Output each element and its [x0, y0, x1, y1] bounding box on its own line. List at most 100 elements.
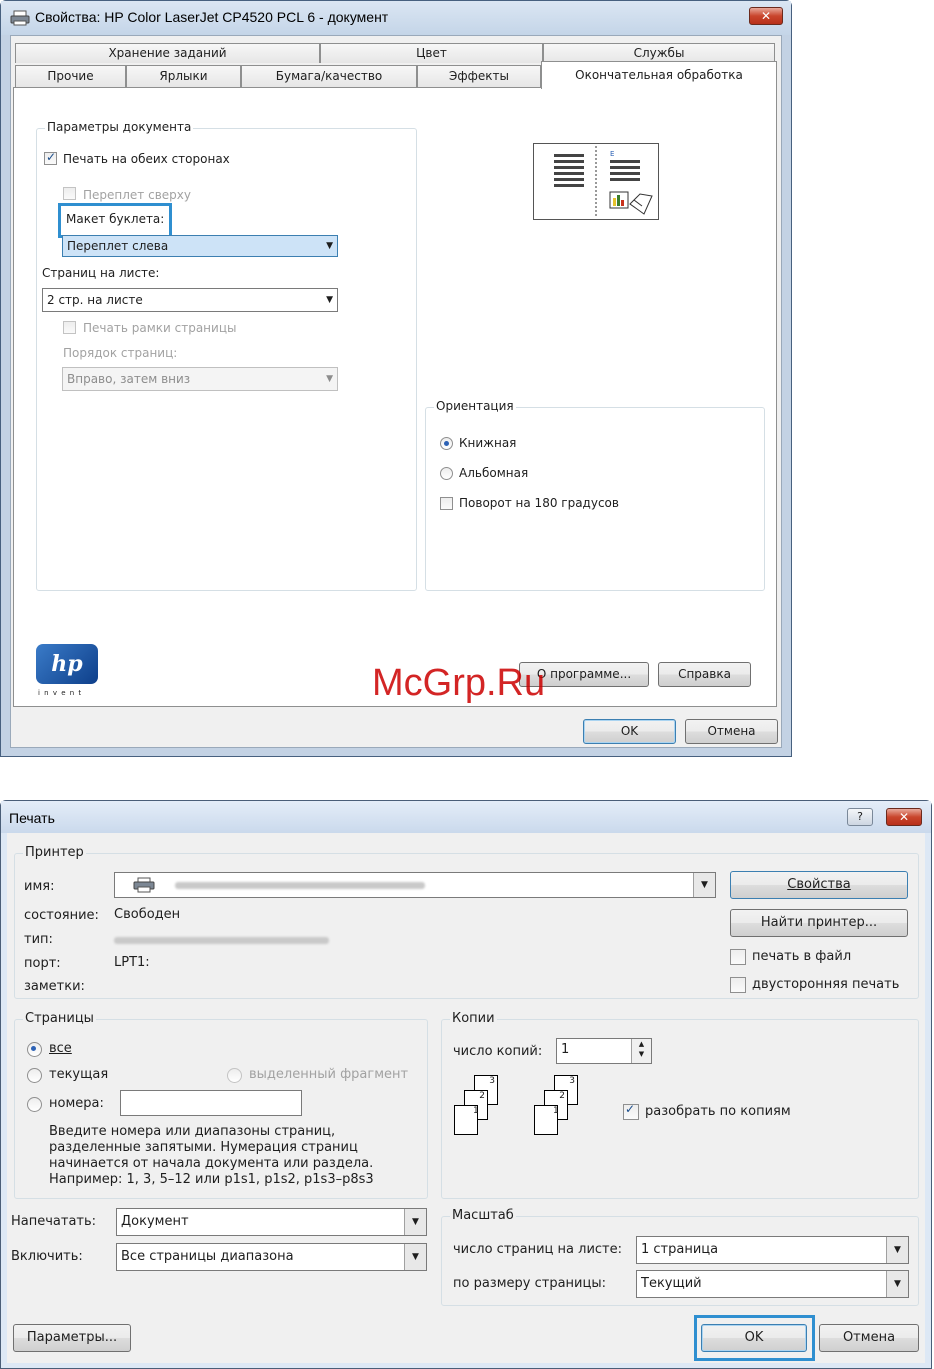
- chevron-down-icon: ▼: [693, 873, 715, 897]
- copies-label: число копий:: [453, 1044, 543, 1059]
- range-selection-label: выделенный фрагмент: [249, 1067, 409, 1082]
- page-range-hint: Введите номера или диапазоны страниц, ра…: [49, 1124, 374, 1187]
- hp-logo: hp: [36, 644, 98, 684]
- hp-invent-text: i n v e n t: [38, 689, 83, 697]
- printer-properties-window: Свойства: HP Color LaserJet CP4520 PCL 6…: [0, 0, 792, 757]
- options-button[interactable]: Параметры...: [13, 1324, 131, 1352]
- status-value: Свободен: [114, 907, 181, 922]
- duplex-label: двусторонняя печать: [752, 977, 900, 992]
- landscape-radio[interactable]: [440, 467, 453, 480]
- range-all-radio[interactable]: [27, 1042, 42, 1057]
- print-what-select[interactable]: Документ ▼: [116, 1208, 427, 1236]
- spinner-arrows-icon[interactable]: ▲ ▼: [631, 1039, 651, 1063]
- ok-button[interactable]: OK: [583, 719, 676, 744]
- page-numbers-input[interactable]: [120, 1090, 302, 1116]
- page-order-select[interactable]: Вправо, затем вниз ▼: [62, 367, 338, 391]
- booklet-label: Макет буклета:: [66, 212, 165, 226]
- flip-up-checkbox[interactable]: [63, 187, 76, 200]
- page-borders-checkbox[interactable]: [63, 321, 76, 334]
- group-title: Страницы: [23, 1011, 96, 1026]
- svg-text:E: E: [610, 150, 614, 158]
- order-value: Вправо, затем вниз: [67, 372, 191, 386]
- properties-label: Свойства: [787, 877, 851, 892]
- ok-button[interactable]: OK: [701, 1324, 807, 1352]
- group-title: Масштаб: [450, 1208, 516, 1223]
- copies-spinner[interactable]: 1 ▲ ▼: [556, 1038, 652, 1064]
- include-select[interactable]: Все страницы диапазона ▼: [116, 1243, 427, 1271]
- help-button[interactable]: ?: [847, 808, 873, 826]
- printer-name-blurred: [175, 882, 425, 889]
- booklet-layout-select[interactable]: Переплет слева ▼: [62, 235, 338, 257]
- title-bar: Печать ? ✕: [1, 801, 931, 833]
- print-to-file-label: печать в файл: [752, 949, 852, 964]
- landscape-label: Альбомная: [459, 466, 529, 480]
- pages-per-sheet-label: Страниц на листе:: [42, 266, 160, 280]
- rotate-label: Поворот на 180 градусов: [459, 496, 619, 510]
- tab-finishing[interactable]: Окончательная обработка: [541, 61, 777, 89]
- booklet-preview: E: [533, 143, 659, 220]
- duplex-label: Печать на обеих сторонах: [63, 152, 230, 166]
- chevron-down-icon: ▼: [326, 241, 333, 251]
- zoom-pps-label: число страниц на листе:: [453, 1242, 622, 1257]
- chevron-down-icon: ▼: [404, 1209, 426, 1235]
- range-current-radio[interactable]: [27, 1068, 42, 1083]
- printer-icon: [10, 10, 30, 26]
- print-what-value: Документ: [121, 1214, 189, 1229]
- tab-services[interactable]: Службы: [543, 43, 775, 63]
- close-button[interactable]: ✕: [886, 808, 922, 826]
- pps-value: 2 стр. на листе: [47, 293, 143, 307]
- duplex-checkbox[interactable]: [44, 150, 57, 165]
- tab-other[interactable]: Прочие: [15, 65, 126, 87]
- duplex-checkbox[interactable]: [730, 977, 746, 993]
- print-dialog-window: Печать ? ✕ Принтер имя: ▼ состояние: Сво…: [0, 800, 932, 1369]
- close-button[interactable]: ✕: [749, 7, 783, 25]
- port-label: порт:: [24, 956, 61, 971]
- tab-shortcuts[interactable]: Ярлыки: [126, 65, 241, 87]
- booklet-value: Переплет слева: [67, 239, 169, 253]
- printer-name-select[interactable]: ▼: [114, 872, 716, 898]
- type-label: тип:: [24, 932, 53, 947]
- tab-paper-quality[interactable]: Бумага/качество: [241, 65, 417, 87]
- tab-effects[interactable]: Эффекты: [417, 65, 541, 87]
- scale-select[interactable]: Текущий ▼: [636, 1270, 909, 1298]
- include-value: Все страницы диапазона: [121, 1249, 294, 1264]
- chevron-down-icon: ▼: [886, 1271, 908, 1297]
- cancel-button[interactable]: Отмена: [685, 719, 778, 744]
- chevron-down-icon: ▼: [886, 1237, 908, 1263]
- collate-label: разобрать по копиям: [645, 1104, 791, 1119]
- range-all-label: все: [49, 1041, 72, 1056]
- group-title: Принтер: [23, 845, 86, 860]
- printer-icon: [133, 877, 155, 893]
- rotate-checkbox[interactable]: [440, 497, 453, 510]
- collate-page-1b: 1: [534, 1105, 559, 1135]
- portrait-label: Книжная: [459, 436, 517, 450]
- group-title: Ориентация: [434, 399, 516, 413]
- chevron-down-icon: ▼: [326, 295, 333, 305]
- properties-button[interactable]: Свойства: [730, 871, 908, 899]
- range-pages-radio[interactable]: [27, 1097, 42, 1112]
- range-selection-radio[interactable]: [227, 1068, 242, 1083]
- tab-job-storage[interactable]: Хранение заданий: [15, 43, 320, 63]
- range-pages-label: номера:: [49, 1096, 104, 1111]
- group-title: Параметры документа: [45, 120, 194, 134]
- portrait-radio[interactable]: [440, 437, 453, 450]
- collate-page-1: 1: [454, 1105, 479, 1135]
- print-what-label: Напечатать:: [11, 1214, 97, 1229]
- pages-per-sheet-select[interactable]: 2 стр. на листе ▼: [42, 288, 338, 312]
- flip-up-label: Переплет сверху: [83, 188, 191, 202]
- cancel-button[interactable]: Отмена: [819, 1324, 919, 1352]
- scale-label: по размеру страницы:: [453, 1276, 606, 1291]
- find-printer-button[interactable]: Найти принтер...: [730, 909, 908, 937]
- booklet-preview-icon: E: [554, 146, 653, 217]
- help-button[interactable]: Справка: [658, 662, 751, 687]
- status-label: состояние:: [24, 908, 99, 923]
- range-current-label: текущая: [49, 1067, 109, 1082]
- scale-value: Текущий: [641, 1276, 702, 1291]
- chevron-down-icon: ▼: [404, 1244, 426, 1270]
- collate-checkbox[interactable]: [623, 1102, 639, 1120]
- zoom-pps-select[interactable]: 1 страница ▼: [636, 1236, 909, 1264]
- port-value: LPT1:: [114, 955, 150, 970]
- copies-value: 1: [561, 1042, 570, 1057]
- tab-color[interactable]: Цвет: [320, 43, 543, 63]
- print-to-file-checkbox[interactable]: [730, 949, 746, 965]
